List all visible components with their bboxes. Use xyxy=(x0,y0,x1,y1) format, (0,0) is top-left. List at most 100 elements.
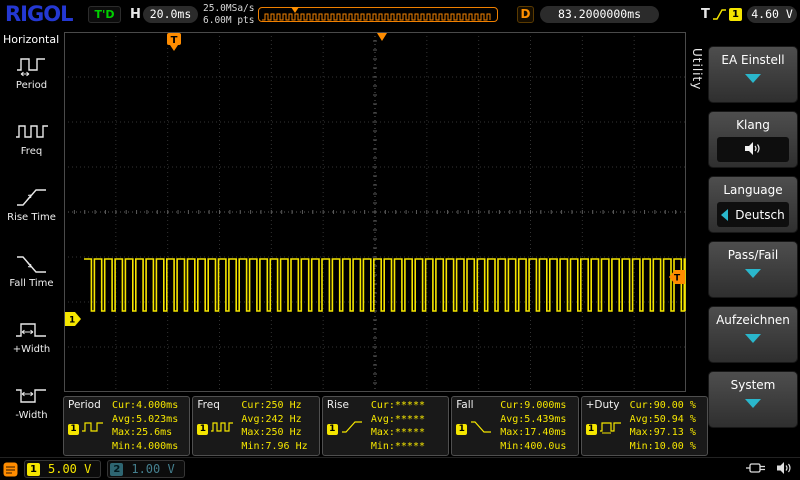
measure-item-label: Rise Time xyxy=(7,212,56,223)
menu-button-label: Aufzeichnen xyxy=(716,313,790,327)
horizontal-scale-value: 20.0ms xyxy=(143,6,198,23)
channel1-status[interactable]: 1 5.00 V xyxy=(24,460,102,478)
measurement-id: Fall 1 xyxy=(456,399,500,453)
menu-button-klang[interactable]: Klang xyxy=(708,111,798,168)
channel1-ground-marker[interactable]: 1 xyxy=(65,312,81,326)
measurement-min: Min:***** xyxy=(370,440,425,452)
chevron-down-icon xyxy=(745,399,761,408)
status-icons xyxy=(745,460,793,479)
measurement-box-fall[interactable]: Fall 1 Cur:9.000ms Avg:5.439ms Max:17.40… xyxy=(451,396,579,456)
channel1-scale: 5.00 V xyxy=(48,462,92,476)
measurement-min: Min:4.000ms xyxy=(112,440,179,452)
channel2-status[interactable]: 2 1.00 V xyxy=(107,460,185,478)
menu-button-label: EA Einstell xyxy=(721,53,785,67)
measurement-results-row: Period 1 Cur:4.000ms Avg:5.023ms Max:25.… xyxy=(63,396,709,456)
measurement-box-duty[interactable]: +Duty 1 Cur:90.00 % Avg:50.94 % Max:97.1… xyxy=(580,396,709,456)
menu-button-ea-einstell[interactable]: EA Einstell xyxy=(708,46,798,103)
oscilloscope-screen: RIGOL T'D H 20.0ms 25.0MSa/s 6.00M pts D… xyxy=(0,0,800,480)
measurement-icon-row: 1 xyxy=(326,419,371,439)
measurement-avg: Avg:***** xyxy=(370,413,425,425)
channel1-waveform xyxy=(84,258,686,312)
measurement-avg: Avg:5.439ms xyxy=(500,413,567,425)
measurement-id: +Duty 1 xyxy=(585,399,630,453)
measurement-name: +Duty xyxy=(585,399,620,411)
rise-time-icon xyxy=(14,186,50,210)
speaker-icon xyxy=(776,460,793,479)
top-status-bar: RIGOL T'D H 20.0ms 25.0MSa/s 6.00M pts D… xyxy=(0,0,800,30)
menu-title-utility: Utility xyxy=(690,48,704,91)
fall-time-icon xyxy=(14,252,50,276)
chevron-left-icon xyxy=(721,208,729,221)
measurement-icon-row: 1 xyxy=(456,419,500,439)
svg-text:1: 1 xyxy=(69,316,75,326)
trigger-position-marker[interactable] xyxy=(377,33,387,41)
period-icon xyxy=(14,54,50,78)
bottom-status-bar: 1 5.00 V 2 1.00 V xyxy=(0,457,800,480)
measure-category-title[interactable]: Horizontal xyxy=(3,33,59,46)
period-meas-icon xyxy=(81,419,107,439)
plus-width-icon xyxy=(14,318,50,342)
measure-item-label: +Width xyxy=(12,344,51,355)
measurement-min: Min:7.96 Hz xyxy=(241,440,308,452)
menu-button-label: Klang xyxy=(736,118,770,132)
rigol-logo: RIGOL xyxy=(5,2,73,26)
measurement-avg: Avg:50.94 % xyxy=(629,413,696,425)
measure-item-fall-time[interactable]: Fall Time xyxy=(0,252,63,289)
measure-item-label: -Width xyxy=(15,410,48,421)
measurement-values: Cur:9.000ms Avg:5.439ms Max:17.40ms Min:… xyxy=(500,399,575,453)
usb-icon xyxy=(745,460,767,479)
measurement-max: Max:250 Hz xyxy=(241,427,302,438)
language-value: Deutsch xyxy=(735,207,785,222)
measurement-box-rise[interactable]: Rise 1 Cur:***** Avg:***** Max:***** Min… xyxy=(321,396,450,456)
measurement-channel-badge: 1 xyxy=(326,423,338,435)
rise-meas-icon xyxy=(340,419,366,439)
plus-duty-meas-icon xyxy=(599,419,625,439)
measurement-cur: Cur:9.000ms xyxy=(500,400,567,411)
menu-button-pass-fail[interactable]: Pass/Fail xyxy=(708,241,798,298)
menu-button-system[interactable]: System xyxy=(708,371,798,428)
measurement-icon-row: 1 xyxy=(68,419,112,439)
scope-display: T 1 T xyxy=(64,32,686,392)
menu-button-language[interactable]: Language Deutsch xyxy=(708,176,798,233)
measurement-icon-row: 1 xyxy=(197,419,241,439)
measurement-values: Cur:90.00 % Avg:50.94 % Max:97.13 % Min:… xyxy=(630,399,705,453)
measurement-box-freq[interactable]: Freq 1 Cur:250 Hz Avg:242 Hz Max:250 Hz … xyxy=(192,396,320,456)
measure-menu: Horizontal Period Freq Rise Time Fall Ti… xyxy=(0,30,63,458)
sound-setting-box xyxy=(717,137,789,162)
menu-button-label: Language xyxy=(723,183,783,197)
measure-item-rise-time[interactable]: Rise Time xyxy=(0,186,63,223)
measurement-channel-badge: 1 xyxy=(585,423,597,435)
chevron-down-icon xyxy=(745,74,761,83)
measurement-name: Fall xyxy=(456,399,474,411)
trigger-label: T xyxy=(701,7,710,22)
measure-item-label: Freq xyxy=(20,146,43,157)
fall-meas-icon xyxy=(469,419,495,439)
menu-button-label: Pass/Fail xyxy=(727,248,779,262)
measurement-min: Min:10.00 % xyxy=(629,440,696,452)
channel1-badge: 1 xyxy=(27,462,40,476)
memory-trigger-marker xyxy=(291,7,299,13)
memory-position-bar xyxy=(258,7,498,22)
acquisition-info: 25.0MSa/s 6.00M pts xyxy=(203,3,254,27)
measure-item-period[interactable]: Period xyxy=(0,54,63,91)
menu-button-aufzeichnen[interactable]: Aufzeichnen xyxy=(708,306,798,363)
measurement-channel-badge: 1 xyxy=(68,423,79,435)
horizontal-scale-label: H xyxy=(130,7,141,22)
measurement-max: Max:97.13 % xyxy=(629,427,696,438)
measure-item-minus-width[interactable]: -Width xyxy=(0,384,63,421)
delay-value: 83.2000000ms xyxy=(540,6,659,23)
measure-item-plus-width[interactable]: +Width xyxy=(0,318,63,355)
measure-item-freq[interactable]: Freq xyxy=(0,120,63,157)
measurement-name: Freq xyxy=(197,399,220,411)
measurement-max: Max:***** xyxy=(370,427,425,438)
trigger-time-flag[interactable]: T xyxy=(167,33,181,51)
delay-label: D xyxy=(517,6,534,23)
measurement-cur: Cur:250 Hz xyxy=(241,400,302,411)
channel2-scale: 1.00 V xyxy=(131,462,175,476)
freq-meas-icon xyxy=(210,419,236,439)
measurement-id: Freq 1 xyxy=(197,399,241,453)
measurement-box-period[interactable]: Period 1 Cur:4.000ms Avg:5.023ms Max:25.… xyxy=(63,396,191,456)
svg-text:T: T xyxy=(171,35,178,46)
chevron-down-icon xyxy=(745,269,761,278)
measurement-channel-badge: 1 xyxy=(197,423,209,435)
